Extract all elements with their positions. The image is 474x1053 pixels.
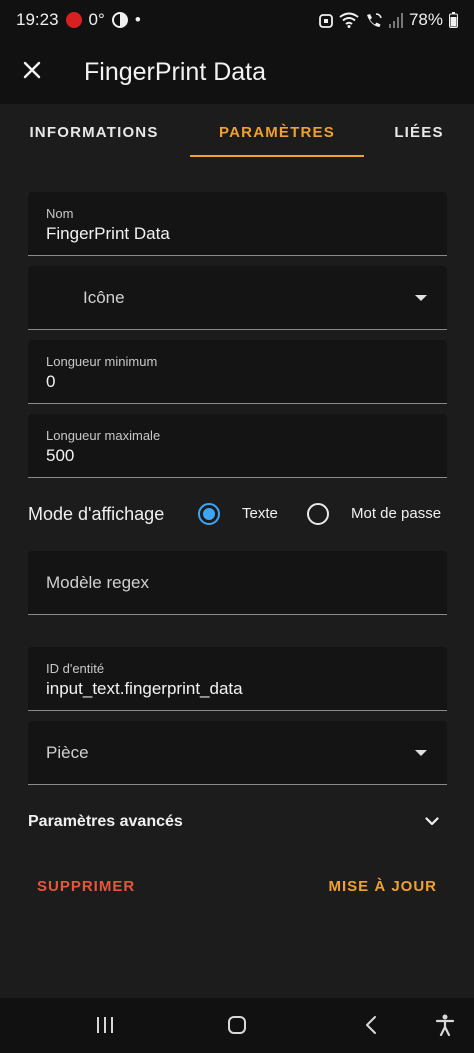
dropdown-arrow-icon bbox=[415, 749, 427, 756]
entity-id-value[interactable]: input_text.fingerprint_data bbox=[46, 679, 243, 699]
name-field[interactable]: Nom FingerPrint Data bbox=[28, 192, 447, 256]
regex-field-placeholder: Modèle regex bbox=[46, 572, 150, 592]
battery-icon bbox=[449, 12, 458, 28]
dnd-moon-icon bbox=[111, 12, 128, 28]
page-title: FingerPrint Data bbox=[84, 57, 267, 86]
name-field-value[interactable]: FingerPrint Data bbox=[46, 224, 170, 244]
update-button[interactable]: MISE À JOUR bbox=[328, 878, 437, 895]
tab-informations[interactable]: INFORMATIONS bbox=[18, 104, 170, 160]
min-length-field[interactable]: Longueur minimum 0 bbox=[28, 340, 447, 404]
room-select[interactable]: Pièce bbox=[28, 721, 447, 785]
max-length-label: Longueur maximale bbox=[46, 428, 161, 443]
home-icon[interactable] bbox=[224, 1012, 250, 1038]
max-length-field[interactable]: Longueur maximale 500 bbox=[28, 414, 447, 478]
advanced-settings-label: Paramètres avancés bbox=[28, 813, 183, 830]
name-field-label: Nom bbox=[46, 206, 74, 221]
entity-id-label: ID d'entité bbox=[46, 661, 105, 676]
max-length-value[interactable]: 500 bbox=[46, 446, 74, 466]
signal-icon bbox=[388, 12, 403, 28]
accessibility-icon[interactable] bbox=[432, 1012, 458, 1038]
chevron-down-icon bbox=[425, 813, 439, 831]
status-dot: • bbox=[134, 10, 141, 29]
radio-mot-de-passe[interactable] bbox=[307, 503, 329, 525]
radio-texte-label: Texte bbox=[242, 505, 278, 522]
alarm-icon bbox=[319, 12, 333, 28]
system-nav-bar bbox=[0, 998, 474, 1053]
delete-button[interactable]: SUPPRIMER bbox=[37, 878, 135, 895]
recent-apps-icon[interactable] bbox=[92, 1012, 118, 1038]
active-tab-indicator bbox=[190, 155, 364, 157]
icon-select-placeholder: Icône bbox=[83, 287, 125, 307]
back-icon[interactable] bbox=[358, 1012, 384, 1038]
tab-bar: INFORMATIONS PARAMÈTRES LIÉES bbox=[0, 104, 474, 160]
advanced-settings-toggle[interactable]: Paramètres avancés bbox=[28, 800, 447, 844]
tab-liees[interactable]: LIÉES bbox=[384, 104, 454, 160]
radio-texte[interactable] bbox=[198, 503, 220, 525]
status-time: 19:23 bbox=[16, 10, 59, 29]
close-button[interactable] bbox=[0, 40, 64, 104]
icon-select[interactable]: Icône bbox=[28, 266, 447, 330]
call-wifi-icon bbox=[365, 12, 383, 28]
min-length-value[interactable]: 0 bbox=[46, 372, 55, 392]
radio-mot-de-passe-label: Mot de passe bbox=[351, 505, 442, 522]
display-mode-label: Mode d'affichage bbox=[28, 503, 165, 524]
wifi-icon bbox=[339, 12, 359, 28]
dropdown-arrow-icon bbox=[415, 294, 427, 301]
status-bar: 19:23 0° • 78% bbox=[0, 0, 474, 40]
status-temperature: 0° bbox=[88, 10, 105, 29]
entity-id-field[interactable]: ID d'entité input_text.fingerprint_data bbox=[28, 647, 447, 711]
tab-parametres[interactable]: PARAMÈTRES bbox=[190, 104, 364, 160]
notification-badge-icon bbox=[65, 12, 82, 28]
display-mode-row: Mode d'affichage Texte Mot de passe bbox=[28, 494, 458, 534]
regex-field[interactable]: Modèle regex bbox=[28, 551, 447, 615]
battery-percent: 78% bbox=[408, 10, 443, 29]
min-length-label: Longueur minimum bbox=[46, 354, 158, 369]
app-bar: FingerPrint Data bbox=[0, 40, 474, 104]
close-icon bbox=[23, 61, 41, 84]
room-select-placeholder: Pièce bbox=[46, 742, 89, 762]
